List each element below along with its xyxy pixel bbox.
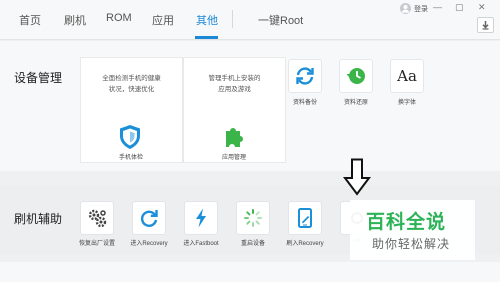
tool-label-flash-recovery: 刷入Recovery [286,241,324,247]
tool-enter-recovery[interactable] [132,201,166,235]
tool-label-factory-reset: 恢复出厂设置 [78,241,115,247]
login-label: 登录 [414,5,428,13]
nav-tab-apps[interactable]: 应用 [152,12,174,28]
tool-flash-recovery[interactable] [288,201,322,235]
font-icon: Aa [397,67,417,85]
card-desc-line: 应用及游戏 [218,86,251,93]
section-title-device-management: 设备管理 [14,71,63,85]
tool-label-restore: 资料还原 [343,100,368,106]
tool-label-font: 换字体 [397,100,416,106]
card-desc-line: 管理手机上安装的 [208,75,261,82]
tool-label-backup: 资料备份 [292,100,317,106]
nav-divider [232,10,233,28]
nav-tab-flash[interactable]: 刷机 [64,12,86,28]
tool-backup[interactable] [288,59,322,93]
sync-icon [296,67,314,85]
tool-factory-reset[interactable] [80,201,114,235]
device-management-section: 设备管理 全面检测手机的健康 状况，快速优化 手机体检 管理手机上安装的 应用及… [0,41,500,171]
tool-font[interactable]: Aa [390,59,424,93]
tool-reboot[interactable] [236,201,270,235]
lightning-icon [196,208,206,228]
card-app-manager[interactable]: 管理手机上安装的 应用及游戏 [183,57,286,163]
card-desc-line: 状况，快速优化 [108,86,155,93]
maximize-icon[interactable]: ▢ [455,2,464,13]
tool-label-reboot: 重启设备 [240,241,265,247]
download-icon [482,21,489,30]
top-nav-bar: 首页 刷机 ROM 应用 其他 一键Root 登录 — ▢ ✕ [0,0,500,40]
nav-tab-root[interactable]: 一键Root [258,12,303,28]
minimize-icon[interactable]: — [433,2,442,12]
tool-label-enter-recovery: 进入Recovery [130,241,168,247]
clock-restore-icon [346,68,365,84]
card-phone-checkup[interactable]: 全面检测手机的健康 状况，快速优化 [80,57,183,163]
active-tab-indicator [195,36,218,39]
refresh-icon [140,210,158,227]
card-label-app-manager: 应用管理 [221,155,246,161]
card-label-phone-checkup: 手机体检 [118,155,143,161]
shield-icon [120,125,140,149]
down-arrow-icon [343,158,371,196]
puzzle-icon [226,128,243,147]
nav-tab-other[interactable]: 其他 [196,12,218,28]
watermark-subtitle: 助你轻松解决 [372,237,451,251]
watermark-title: 百科全说 [366,212,447,233]
tool-enter-fastboot[interactable] [184,201,218,235]
nav-tab-home[interactable]: 首页 [19,12,41,28]
login-button[interactable]: 登录 [400,3,428,14]
watermark-logo: 百科全说 助你轻松解决 [350,200,475,260]
card-desc-line: 全面检测手机的健康 [102,75,161,82]
tool-restore[interactable] [339,59,373,93]
loading-spinner-icon [244,209,262,227]
tool-label-enter-fastboot: 进入Fastboot [183,241,219,247]
section-title-flash-assist: 刷机辅助 [14,212,63,226]
phone-edit-icon [298,208,312,228]
gears-icon [88,209,107,228]
next-section-strip [0,262,500,282]
download-button[interactable] [477,17,494,33]
avatar [400,3,411,14]
close-icon[interactable]: ✕ [478,2,486,13]
nav-tab-rom[interactable]: ROM [106,12,132,24]
